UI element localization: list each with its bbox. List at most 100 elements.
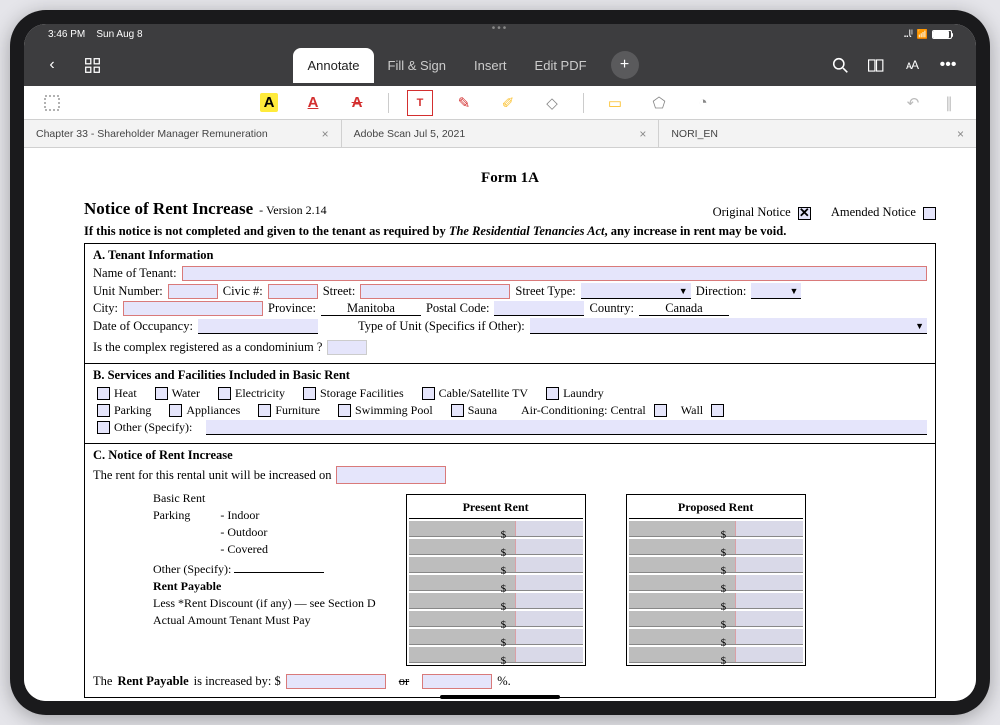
civic-field[interactable] bbox=[268, 284, 318, 299]
direction-dropdown[interactable] bbox=[751, 283, 801, 299]
reader-view-button[interactable] bbox=[858, 47, 894, 83]
table-cell[interactable]: $ bbox=[629, 611, 803, 627]
grid-view-button[interactable] bbox=[74, 47, 110, 83]
mandate-text: If this notice is not completed and give… bbox=[84, 224, 936, 239]
increase-intro-label: The rent for this rental unit will be in… bbox=[93, 468, 331, 483]
home-indicator[interactable] bbox=[440, 695, 560, 699]
postal-field[interactable] bbox=[494, 301, 584, 316]
tool-divider bbox=[583, 93, 584, 113]
laundry-checkbox[interactable] bbox=[546, 387, 559, 400]
amended-notice-label: Amended Notice bbox=[831, 205, 916, 219]
other-specify-field[interactable] bbox=[206, 420, 927, 435]
close-tab-button[interactable]: × bbox=[631, 127, 646, 141]
street-field[interactable] bbox=[360, 284, 510, 299]
table-cell[interactable]: $ bbox=[409, 539, 583, 555]
eraser-tool[interactable]: ◇ bbox=[539, 90, 565, 116]
postal-label: Postal Code: bbox=[426, 301, 490, 316]
sauna-checkbox[interactable] bbox=[451, 404, 464, 417]
redo-button[interactable]: ∥ bbox=[936, 90, 962, 116]
heat-checkbox[interactable] bbox=[97, 387, 110, 400]
cable-checkbox[interactable] bbox=[422, 387, 435, 400]
outdoor-label: - Outdoor bbox=[220, 524, 268, 541]
country-value: Canada bbox=[639, 301, 729, 316]
table-cell[interactable]: $ bbox=[409, 575, 583, 591]
increase-date-field[interactable] bbox=[336, 466, 446, 484]
back-button[interactable]: ‹ bbox=[34, 47, 70, 83]
multitask-dots[interactable]: ••• bbox=[492, 24, 509, 34]
table-cell[interactable]: $ bbox=[629, 521, 803, 537]
furniture-checkbox[interactable] bbox=[258, 404, 271, 417]
city-field[interactable] bbox=[123, 301, 263, 316]
increased-by-a: The bbox=[93, 674, 112, 689]
marker-tool[interactable]: ✐ bbox=[495, 90, 521, 116]
parking-checkbox[interactable] bbox=[97, 404, 110, 417]
tab-annotate[interactable]: Annotate bbox=[293, 48, 373, 83]
tab-edit-pdf[interactable]: Edit PDF bbox=[521, 48, 601, 83]
street-type-dropdown[interactable] bbox=[581, 283, 691, 299]
search-button[interactable] bbox=[822, 47, 858, 83]
table-cell[interactable]: $ bbox=[629, 557, 803, 573]
stamp-tool[interactable]: ◔ bbox=[690, 90, 716, 116]
unit-number-field[interactable] bbox=[168, 284, 218, 299]
original-notice-checkbox[interactable] bbox=[798, 207, 811, 220]
document-tab[interactable]: Chapter 33 - Shareholder Manager Remuner… bbox=[24, 120, 342, 147]
pool-label: Swimming Pool bbox=[355, 403, 433, 418]
ac-wall-checkbox[interactable] bbox=[711, 404, 724, 417]
close-tab-button[interactable]: × bbox=[949, 127, 964, 141]
storage-checkbox[interactable] bbox=[303, 387, 316, 400]
table-cell[interactable]: $ bbox=[409, 629, 583, 645]
more-button[interactable]: ••• bbox=[930, 47, 966, 83]
other-label: Other (Specify): bbox=[114, 420, 192, 435]
strikethrough-text-tool[interactable]: A bbox=[344, 90, 370, 116]
sticky-note-tool[interactable]: ▭ bbox=[602, 90, 628, 116]
amended-notice-checkbox[interactable] bbox=[923, 207, 936, 220]
table-cell[interactable]: $ bbox=[629, 539, 803, 555]
highlight-text-tool[interactable]: A bbox=[256, 90, 282, 116]
table-cell[interactable]: $ bbox=[629, 575, 803, 591]
shape-tool[interactable]: ⬠ bbox=[646, 90, 672, 116]
other-checkbox[interactable] bbox=[97, 421, 110, 434]
increase-percent-field[interactable] bbox=[422, 674, 492, 689]
document-viewport[interactable]: Form 1A Notice of Rent Increase - Versio… bbox=[24, 148, 976, 701]
present-rent-table: Present Rent $ $ $ $ $ $ $ $ bbox=[406, 494, 586, 666]
original-notice-label: Original Notice bbox=[713, 205, 791, 219]
furniture-label: Furniture bbox=[275, 403, 320, 418]
tool-divider bbox=[388, 93, 389, 113]
document-tab[interactable]: NORI_EN × bbox=[659, 120, 976, 147]
text-settings-button[interactable]: ᴀA bbox=[894, 47, 930, 83]
electricity-checkbox[interactable] bbox=[218, 387, 231, 400]
selection-tool[interactable] bbox=[39, 90, 65, 116]
province-label: Province: bbox=[268, 301, 316, 316]
table-cell[interactable]: $ bbox=[409, 557, 583, 573]
table-cell[interactable]: $ bbox=[629, 593, 803, 609]
tenant-name-field[interactable] bbox=[182, 266, 927, 281]
ac-central-checkbox[interactable] bbox=[654, 404, 667, 417]
tab-insert[interactable]: Insert bbox=[460, 48, 521, 83]
condo-field[interactable] bbox=[327, 340, 367, 355]
table-cell[interactable]: $ bbox=[409, 521, 583, 537]
other-spec-field[interactable] bbox=[234, 558, 324, 573]
undo-button[interactable]: ↶ bbox=[900, 90, 926, 116]
text-box-tool[interactable]: T bbox=[407, 90, 433, 116]
appliances-checkbox[interactable] bbox=[169, 404, 182, 417]
increased-by-b: Rent Payable bbox=[117, 674, 188, 689]
document-tab[interactable]: Adobe Scan Jul 5, 2021 × bbox=[342, 120, 660, 147]
table-cell[interactable]: $ bbox=[629, 629, 803, 645]
table-cell[interactable]: $ bbox=[409, 593, 583, 609]
underline-text-tool[interactable]: A bbox=[300, 90, 326, 116]
pen-tool[interactable]: ✎ bbox=[451, 90, 477, 116]
ac-label: Air-Conditioning: Central bbox=[521, 403, 646, 418]
or-label: or bbox=[391, 674, 417, 689]
water-checkbox[interactable] bbox=[155, 387, 168, 400]
close-tab-button[interactable]: × bbox=[314, 127, 329, 141]
increase-dollar-field[interactable] bbox=[286, 674, 386, 689]
table-cell[interactable]: $ bbox=[409, 611, 583, 627]
table-cell[interactable]: $ bbox=[409, 647, 583, 663]
condo-question-label: Is the complex registered as a condomini… bbox=[93, 340, 322, 355]
table-cell[interactable]: $ bbox=[629, 647, 803, 663]
add-tab-button[interactable]: + bbox=[611, 51, 639, 79]
occupancy-field[interactable] bbox=[198, 319, 318, 334]
pool-checkbox[interactable] bbox=[338, 404, 351, 417]
tab-fill-sign[interactable]: Fill & Sign bbox=[374, 48, 461, 83]
unit-type-dropdown[interactable] bbox=[530, 318, 927, 334]
